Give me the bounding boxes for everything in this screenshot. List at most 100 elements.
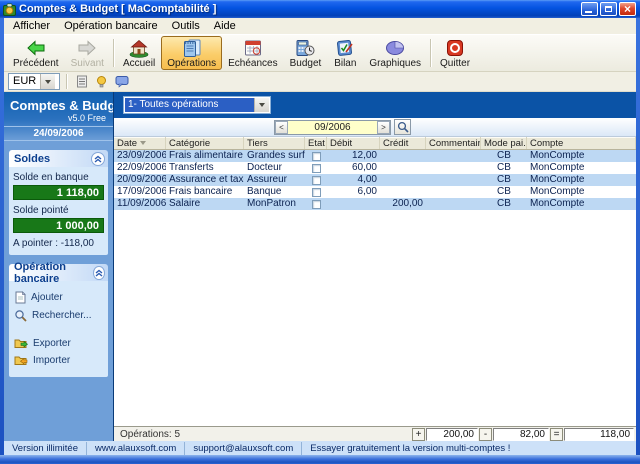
period-prev-button[interactable]: < <box>275 120 288 134</box>
version-status: Version illimitée <box>4 441 87 455</box>
import-folder-icon <box>14 356 28 365</box>
toolbar-separator <box>66 74 67 89</box>
close-icon <box>624 3 631 16</box>
importer-link[interactable]: Importer <box>14 354 103 366</box>
soldes-panel-header[interactable]: Soldes <box>9 150 108 167</box>
minus-icon: - <box>479 427 492 441</box>
operations-status-row: Opérations: 5 + 200,00 - 82,00 = 118,00 <box>114 426 636 441</box>
table-empty-area <box>114 210 636 426</box>
search-icon <box>397 121 409 133</box>
speech-bubble-icon <box>115 76 128 88</box>
column-header-mode-paiement[interactable]: Mode pai... <box>481 137 527 149</box>
minimize-button[interactable] <box>581 2 598 16</box>
column-header-commentaire[interactable]: Commentaire <box>426 137 481 149</box>
pie-chart-icon <box>383 38 407 58</box>
column-header-tiers[interactable]: Tiers <box>244 137 305 149</box>
restore-button[interactable] <box>600 2 617 16</box>
converter-button[interactable] <box>73 74 90 90</box>
echeances-button[interactable]: Echéances <box>222 36 283 70</box>
accueil-button[interactable]: Accueil <box>117 36 161 70</box>
sidebar: Comptes & Budget v5.0 Free 24/09/2006 So… <box>4 92 127 441</box>
support-email-link[interactable]: support@alauxsoft.com <box>185 441 303 455</box>
menu-operation-bancaire[interactable]: Opération bancaire <box>57 19 165 33</box>
operation-panel-header[interactable]: Opération bancaire <box>9 261 108 285</box>
etat-checkbox[interactable] <box>311 199 321 209</box>
filter-value: 1- Toutes opérations <box>125 98 254 112</box>
sidebar-header: Comptes & Budget v5.0 Free 24/09/2006 <box>4 92 127 141</box>
soldes-panel: Soldes Solde en banque 1 118,00 Solde po… <box>9 150 108 255</box>
quitter-button[interactable]: Quitter <box>434 36 476 70</box>
upgrade-message[interactable]: Essayer gratuitement la version multi-co… <box>302 442 518 455</box>
plus-icon: + <box>412 427 425 441</box>
etat-checkbox[interactable] <box>311 175 321 185</box>
operations-button[interactable]: Opérations <box>161 36 223 70</box>
table-row[interactable]: 17/09/2006 Frais bancaire Banque 6,00 CB… <box>114 186 636 198</box>
home-icon <box>127 38 151 58</box>
tip-button[interactable] <box>93 74 110 90</box>
period-next-button[interactable]: > <box>377 120 390 134</box>
filter-select[interactable]: 1- Toutes opérations <box>123 96 271 114</box>
column-header-etat[interactable]: Etat <box>305 137 327 149</box>
menu-outils[interactable]: Outils <box>165 19 207 33</box>
graphiques-button[interactable]: Graphiques <box>363 36 427 70</box>
menu-afficher[interactable]: Afficher <box>6 19 57 33</box>
export-folder-icon <box>14 339 28 348</box>
ajouter-link[interactable]: Ajouter <box>14 291 103 304</box>
precedent-button[interactable]: Précédent <box>7 36 65 70</box>
arrow-right-icon <box>75 38 99 58</box>
solde-banque-label: Solde en banque <box>13 172 89 183</box>
column-header-credit[interactable]: Crédit <box>380 137 426 149</box>
toolbar-separator <box>112 39 114 67</box>
exporter-link[interactable]: Exporter <box>14 337 103 349</box>
chevron-up-icon <box>94 155 102 163</box>
currency-value: EUR <box>13 75 37 87</box>
totals-group: + 200,00 - 82,00 = 118,00 <box>412 427 634 441</box>
close-button[interactable] <box>619 2 636 16</box>
currency-select[interactable]: EUR <box>8 73 60 90</box>
period-field: < 09/2006 > <box>274 119 391 135</box>
restore-icon <box>605 6 612 12</box>
toolbar-separator <box>430 39 432 67</box>
status-bar: Version illimitée www.alauxsoft.com supp… <box>4 441 636 455</box>
application-window: Comptes & Budget [ MaComptabilité ] Affi… <box>0 0 640 464</box>
current-date: 24/09/2006 <box>4 126 113 141</box>
search-period-button[interactable] <box>394 119 411 135</box>
table-row[interactable]: 22/09/2006 Transferts Docteur 60,00 CB M… <box>114 162 636 174</box>
budget-button[interactable]: Budget <box>284 36 328 70</box>
column-header-debit[interactable]: Débit <box>327 137 380 149</box>
bilan-button[interactable]: Bilan <box>327 36 363 70</box>
converter-icon <box>76 75 87 88</box>
column-header-compte[interactable]: Compte <box>527 137 636 149</box>
website-link[interactable]: www.alauxsoft.com <box>87 441 186 455</box>
arrow-left-icon <box>24 38 48 58</box>
app-version: v5.0 Free <box>67 113 106 123</box>
app-title: Comptes & Budget <box>10 98 127 113</box>
main-panel: 1- Toutes opérations < 09/2006 > Date Ca… <box>113 92 636 441</box>
power-icon <box>443 38 467 58</box>
search-icon <box>15 310 27 322</box>
period-value: 09/2006 <box>314 121 351 133</box>
column-header-categorie[interactable]: Catégorie <box>166 137 244 149</box>
etat-checkbox[interactable] <box>311 187 321 197</box>
table-row[interactable]: 11/09/2006 Salaire MonPatron 200,00 CB M… <box>114 198 636 210</box>
collapse-button[interactable] <box>93 265 105 280</box>
total-credit-value: 200,00 <box>426 427 478 441</box>
column-header-date[interactable]: Date <box>114 137 166 149</box>
collapse-button[interactable] <box>91 151 105 166</box>
table-row[interactable]: 23/09/2006 Frais alimentaire Grandes sur… <box>114 150 636 162</box>
etat-checkbox[interactable] <box>311 163 321 173</box>
rechercher-link[interactable]: Rechercher... <box>14 309 103 322</box>
filter-band: 1- Toutes opérations <box>114 92 636 118</box>
solde-pointe-value: 1 000,00 <box>13 218 104 233</box>
total-debit-value: 82,00 <box>493 427 549 441</box>
etat-checkbox[interactable] <box>311 151 321 161</box>
chevron-down-icon[interactable] <box>40 74 56 89</box>
menu-aide[interactable]: Aide <box>207 19 243 33</box>
lamp-icon <box>97 76 106 88</box>
minimize-icon <box>585 11 592 13</box>
table-row[interactable]: 20/09/2006 Assurance et taxes . Assureur… <box>114 174 636 186</box>
comment-button[interactable] <box>113 74 130 90</box>
chevron-down-icon[interactable] <box>254 98 269 112</box>
solde-banque-value: 1 118,00 <box>13 185 104 200</box>
chevron-up-icon <box>95 269 103 277</box>
